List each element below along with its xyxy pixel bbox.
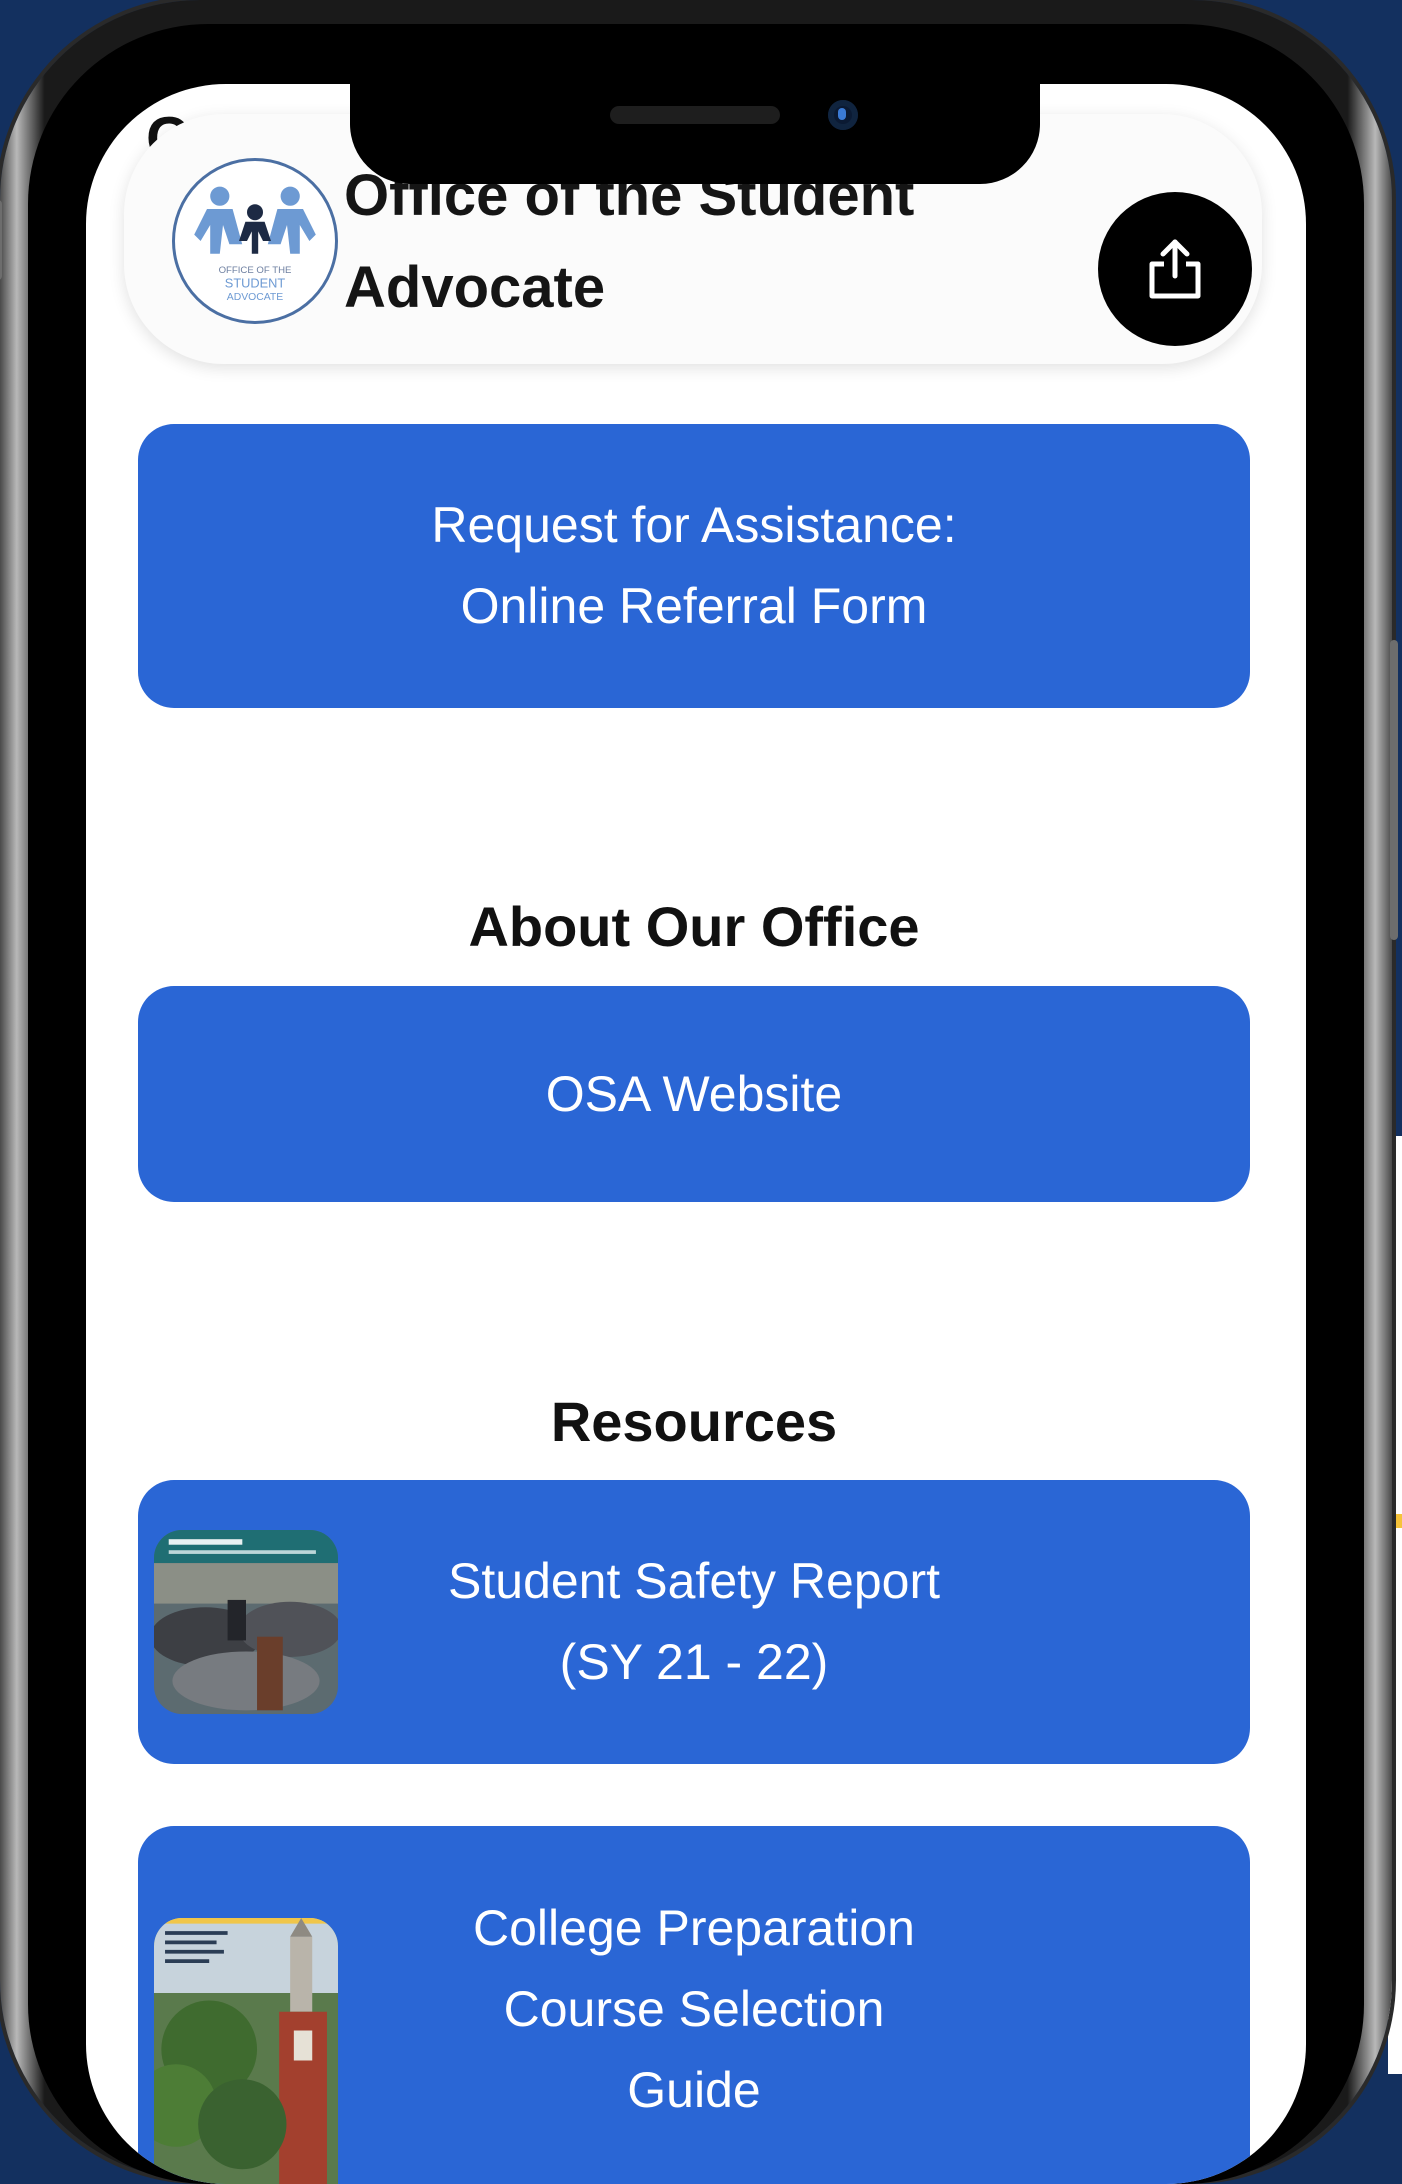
- safety-report-thumbnail: [154, 1530, 338, 1714]
- college-guide-thumbnail: [154, 1918, 338, 2184]
- share-icon: [1149, 239, 1201, 299]
- power-button: [1390, 640, 1398, 940]
- section-heading-about: About Our Office: [468, 895, 920, 958]
- camera-icon: [828, 100, 858, 130]
- osa-website-button[interactable]: OSA Website: [138, 986, 1250, 1202]
- phone-frame: C OFFICE OF THE STUDENT ADVOCATE Office …: [0, 0, 1398, 2184]
- college-guide-button[interactable]: College Preparation Course Selection Gui…: [138, 1826, 1250, 2184]
- referral-line1: Request for Assistance:: [431, 497, 957, 553]
- referral-form-button[interactable]: Request for Assistance: Online Referral …: [138, 424, 1250, 708]
- osa-website-label: OSA Website: [545, 1065, 843, 1122]
- safety-line2: (SY 21 - 22): [559, 1634, 829, 1690]
- background-accent: [1393, 1514, 1402, 1528]
- college-line3: Guide: [627, 2062, 761, 2118]
- section-heading-resources: Resources: [550, 1390, 838, 1453]
- logo-line2: STUDENT: [225, 275, 286, 290]
- volume-button: [0, 200, 2, 280]
- logo-icon: OFFICE OF THE STUDENT ADVOCATE: [172, 158, 338, 324]
- logo-line1: OFFICE OF THE: [219, 265, 292, 276]
- safety-report-button[interactable]: Student Safety Report (SY 21 - 22): [138, 1480, 1250, 1764]
- share-button[interactable]: [1098, 192, 1252, 346]
- notch: [350, 84, 1040, 184]
- safety-line1: Student Safety Report: [448, 1553, 940, 1609]
- college-line2: Course Selection: [503, 1981, 885, 2037]
- referral-line2: Online Referral Form: [460, 578, 928, 634]
- speaker-grille: [610, 106, 780, 124]
- college-line1: College Preparation: [473, 1900, 915, 1956]
- logo-line3: ADVOCATE: [227, 292, 283, 303]
- screen: C OFFICE OF THE STUDENT ADVOCATE Office …: [86, 84, 1306, 2184]
